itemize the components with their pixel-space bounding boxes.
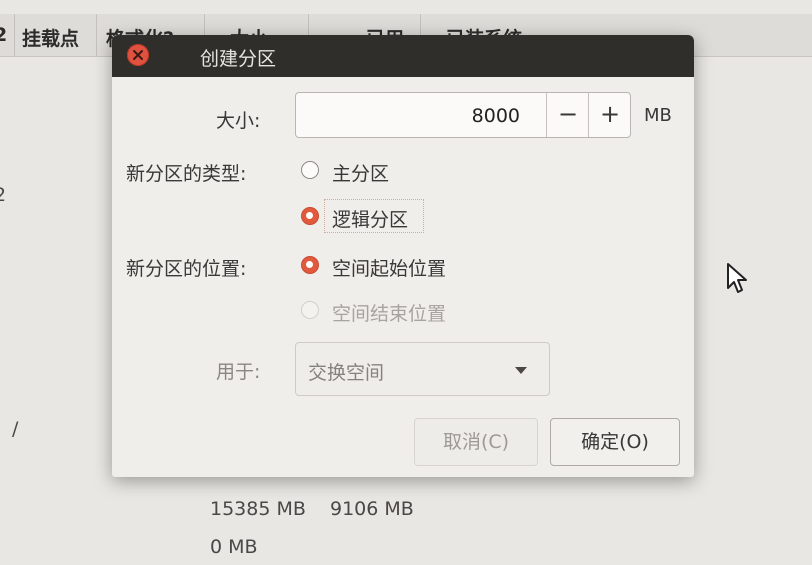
radio-start[interactable] — [301, 256, 319, 274]
column-separator — [14, 14, 15, 56]
bg-col-edge: 2 — [0, 24, 8, 46]
radio-end-label[interactable]: 空间结束位置 — [332, 299, 446, 326]
column-separator — [96, 14, 97, 56]
use-as-label: 用于: — [216, 361, 261, 383]
size-spinbox[interactable]: 8000 − + — [295, 92, 631, 138]
close-button[interactable] — [127, 44, 149, 66]
mouse-pointer-icon — [727, 263, 747, 293]
bg-size-2: 0 MB — [210, 536, 258, 558]
radio-primary-label[interactable]: 主分区 — [332, 159, 389, 186]
column-mount-point[interactable]: 挂载点 — [22, 24, 79, 51]
size-unit: MB — [644, 105, 672, 126]
dialog-title: 创建分区 — [200, 48, 277, 70]
dialog-titlebar[interactable]: 创建分区 — [112, 35, 694, 77]
partition-location-label: 新分区的位置: — [126, 258, 247, 280]
use-as-value: 交换空间 — [308, 362, 385, 384]
bg-size-1: 15385 MB — [210, 498, 306, 520]
increment-button[interactable]: + — [588, 93, 631, 137]
size-label: 大小: — [216, 110, 261, 132]
radio-primary[interactable] — [301, 161, 319, 179]
size-value[interactable]: 8000 — [472, 105, 520, 127]
partition-type-label: 新分区的类型: — [126, 163, 247, 185]
ok-button[interactable]: 确定(O) — [550, 418, 680, 466]
bg-mount-slash: / — [12, 418, 19, 440]
radio-logical[interactable] — [301, 207, 319, 225]
radio-end[interactable] — [301, 301, 319, 319]
radio-start-label[interactable]: 空间起始位置 — [332, 254, 446, 281]
decrement-button[interactable]: − — [546, 93, 589, 137]
bg-row-fragment: 2 — [0, 184, 7, 206]
use-as-combobox[interactable]: 交换空间 — [295, 342, 550, 396]
cancel-button[interactable]: 取消(C) — [414, 418, 538, 466]
close-icon — [133, 50, 143, 60]
bg-used-1: 9106 MB — [330, 498, 414, 520]
radio-logical-label[interactable]: 逻辑分区 — [332, 205, 408, 232]
create-partition-dialog: 创建分区 大小: 8000 − + MB 新分区的类型: 主分区 逻辑分区 新分… — [112, 35, 694, 477]
dropdown-arrow-icon — [515, 367, 527, 374]
